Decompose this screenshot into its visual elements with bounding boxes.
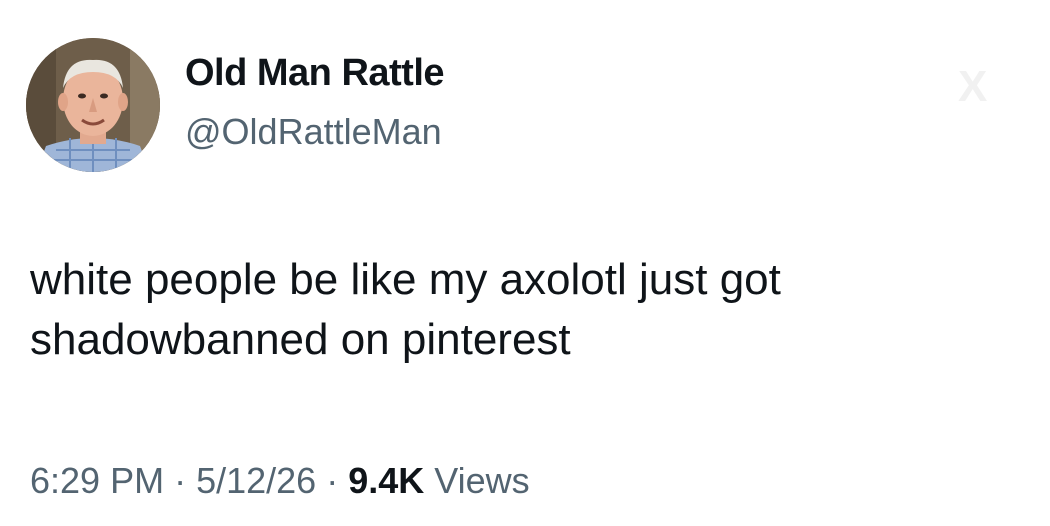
views-label[interactable]: Views (434, 460, 529, 501)
author-display-name[interactable]: Old Man Rattle (185, 52, 445, 95)
avatar-photo (26, 38, 160, 172)
author-handle[interactable]: @OldRattleMan (185, 111, 442, 153)
tweet-meta: 6:29 PM · 5/12/26 · 9.4K Views (30, 460, 530, 502)
tweet-text: white people be like my axolotl just got… (30, 250, 1020, 370)
views-count[interactable]: 9.4K (348, 460, 424, 501)
meta-separator: · (174, 460, 187, 501)
meta-separator: · (326, 460, 339, 501)
tweet-text-line: white people be like my axolotl just got (30, 255, 781, 304)
tweet-card: Old Man Rattle @OldRattleMan X white peo… (0, 0, 1050, 526)
tweet-text-line: shadowbanned on pinterest (30, 315, 571, 364)
tweet-date[interactable]: 5/12/26 (196, 460, 316, 501)
author-avatar[interactable] (26, 38, 160, 172)
x-logo-icon: X (958, 62, 987, 111)
tweet-time[interactable]: 6:29 PM (30, 460, 164, 501)
